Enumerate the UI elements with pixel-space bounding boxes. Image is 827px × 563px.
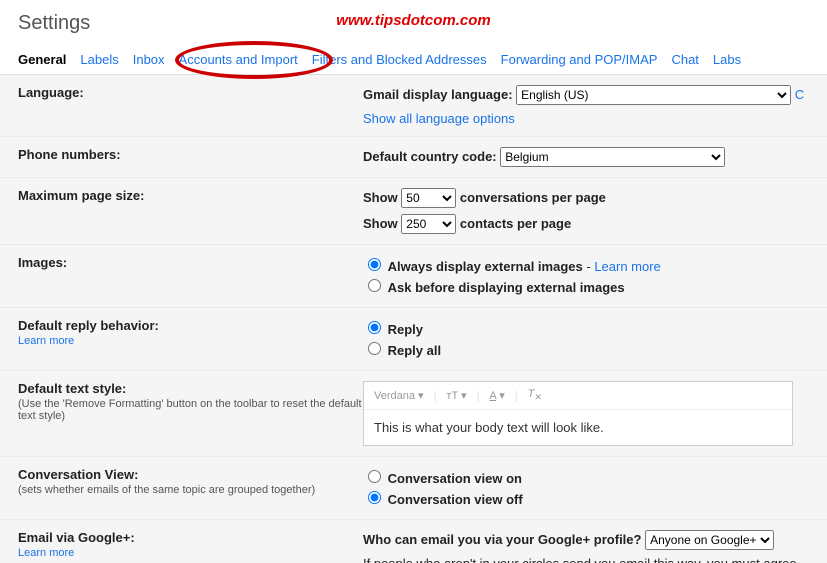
- text-style-preview: This is what your body text will look li…: [364, 410, 792, 445]
- pagesize-label: Maximum page size:: [18, 188, 363, 234]
- display-language-label: Gmail display language:: [363, 87, 513, 102]
- conversation-off-label: Conversation view off: [388, 492, 523, 507]
- text-style-editor: Verdana ▾ | ᴛT ▾ | A ▾ | T✕ This is what…: [363, 381, 793, 446]
- contacts-suffix: contacts per page: [460, 216, 571, 231]
- phone-label: Phone numbers:: [18, 147, 363, 167]
- images-always-label: Always display external images: [388, 259, 583, 274]
- language-select[interactable]: English (US): [516, 85, 791, 105]
- language-label: Language:: [18, 85, 363, 126]
- gplus-label: Email via Google+:: [18, 530, 135, 545]
- font-size-button[interactable]: ᴛT ▾: [446, 389, 466, 402]
- gplus-learn-more-link[interactable]: Learn more: [18, 547, 74, 559]
- conversation-sublabel: (sets whether emails of the same topic a…: [18, 484, 363, 496]
- show-all-languages-link[interactable]: Show all language options: [363, 111, 809, 126]
- remove-formatting-button[interactable]: T✕: [528, 388, 542, 403]
- tab-labs[interactable]: Labs: [713, 52, 741, 67]
- images-learn-more-link[interactable]: Learn more: [594, 259, 660, 274]
- gplus-who-label: Who can email you via your Google+ profi…: [363, 532, 641, 547]
- font-color-button[interactable]: A ▾: [489, 389, 504, 402]
- tabs-bar: General Labels Inbox Accounts and Import…: [0, 45, 827, 75]
- tab-filters[interactable]: Filters and Blocked Addresses: [312, 52, 487, 67]
- tab-inbox[interactable]: Inbox: [133, 52, 165, 67]
- contacts-select[interactable]: 250: [401, 214, 456, 234]
- tab-accounts-import[interactable]: Accounts and Import: [179, 52, 298, 67]
- tab-general[interactable]: General: [18, 52, 66, 67]
- reply-option-label: Reply: [388, 322, 423, 337]
- change-language-link[interactable]: C: [795, 87, 804, 102]
- show-contacts-label: Show: [363, 216, 398, 231]
- country-code-select[interactable]: Belgium: [500, 147, 725, 167]
- conversation-off-radio[interactable]: [368, 491, 381, 504]
- show-conv-label: Show: [363, 190, 398, 205]
- tab-forwarding[interactable]: Forwarding and POP/IMAP: [501, 52, 658, 67]
- textstyle-label: Default text style:: [18, 381, 126, 396]
- reply-learn-more-link[interactable]: Learn more: [18, 335, 74, 347]
- font-family-button[interactable]: Verdana ▾: [374, 389, 424, 402]
- conversations-select[interactable]: 50: [401, 188, 456, 208]
- conv-suffix: conversations per page: [460, 190, 606, 205]
- images-ask-radio[interactable]: [368, 279, 381, 292]
- conversation-label: Conversation View:: [18, 467, 138, 482]
- textstyle-sublabel: (Use the 'Remove Formatting' button on t…: [18, 398, 363, 422]
- page-title: Settings: [18, 12, 90, 34]
- gplus-who-select[interactable]: Anyone on Google+: [645, 530, 774, 550]
- tab-labels[interactable]: Labels: [80, 52, 118, 67]
- conversation-on-radio[interactable]: [368, 470, 381, 483]
- country-code-label: Default country code:: [363, 149, 497, 164]
- tab-chat[interactable]: Chat: [671, 52, 698, 67]
- reply-all-option-label: Reply all: [388, 343, 441, 358]
- reply-radio[interactable]: [368, 321, 381, 334]
- images-ask-label: Ask before displaying external images: [388, 280, 625, 295]
- watermark-text: www.tipsdotcom.com: [336, 12, 490, 29]
- conversation-on-label: Conversation view on: [388, 471, 522, 486]
- reply-label: Default reply behavior:: [18, 318, 159, 333]
- gplus-note: If people who aren't in your circles sen…: [363, 556, 809, 563]
- images-label: Images:: [18, 255, 363, 297]
- reply-all-radio[interactable]: [368, 342, 381, 355]
- images-always-radio[interactable]: [368, 258, 381, 271]
